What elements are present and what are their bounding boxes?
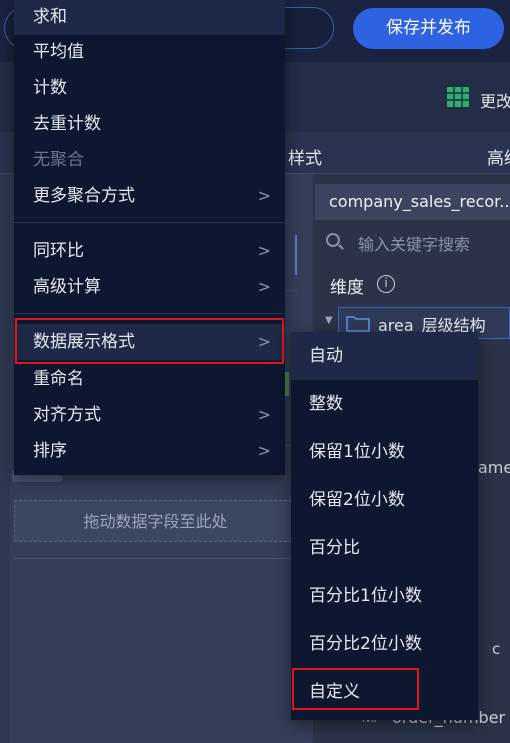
table-icon[interactable]	[447, 87, 469, 107]
menu-item-rename[interactable]: 重命名	[14, 361, 285, 397]
field-drop-zone[interactable]: 拖动数据字段至此处	[14, 500, 297, 542]
menu-item-distinct-count[interactable]: 去重计数	[14, 106, 285, 142]
format-option-auto[interactable]: 自动	[291, 332, 478, 380]
menu-item-label: 高级计算	[33, 277, 101, 297]
menu-item-label: 同环比	[33, 241, 84, 261]
format-option-percent-1-decimal[interactable]: 百分比1位小数	[291, 572, 478, 620]
format-option-percent[interactable]: 百分比	[291, 524, 478, 572]
menu-item-sort[interactable]: 排序 >	[14, 433, 285, 469]
menu-item-label: 排序	[33, 441, 67, 461]
dataset-selector[interactable]: company_sales_recor...	[315, 184, 510, 220]
folder-icon	[346, 316, 370, 332]
menu-item-label: 平均值	[33, 42, 84, 62]
menu-item-advanced-calc[interactable]: 高级计算 >	[14, 269, 285, 305]
menu-item-more-aggregation[interactable]: 更多聚合方式 >	[14, 178, 285, 214]
field-item-partial: ame	[478, 458, 510, 477]
chevron-right-icon: >	[257, 186, 271, 205]
menu-item-label: 计数	[33, 78, 67, 98]
menu-item-label: 重命名	[33, 369, 84, 389]
field-slot-edge	[291, 235, 297, 275]
format-option-integer[interactable]: 整数	[291, 380, 478, 428]
menu-item-no-aggregation: 无聚合	[14, 142, 285, 178]
tab-style[interactable]: 样式	[288, 144, 322, 169]
save-and-publish-button[interactable]: 保存并发布	[353, 8, 504, 49]
menu-item-period-compare[interactable]: 同环比 >	[14, 233, 285, 269]
change-chart-button[interactable]: 更改	[480, 88, 510, 112]
highlight-box-display-format	[15, 318, 284, 364]
field-item-partial: c	[492, 640, 501, 658]
menu-item-label: 去重计数	[33, 114, 101, 134]
format-option-2-decimal[interactable]: 保留2位小数	[291, 476, 478, 524]
menu-item-label: 无聚合	[33, 150, 84, 170]
caret-down-icon[interactable]: ▼	[325, 315, 333, 326]
menu-divider	[14, 222, 285, 223]
menu-item-label: 对齐方式	[33, 405, 101, 425]
menu-item-count[interactable]: 计数	[14, 70, 285, 106]
field-search-input[interactable]: 输入关键字搜索	[358, 231, 470, 255]
format-option-percent-2-decimal[interactable]: 百分比2位小数	[291, 620, 478, 668]
highlight-box-custom	[292, 668, 419, 710]
dimension-heading: 维度	[330, 278, 364, 298]
format-option-1-decimal[interactable]: 保留1位小数	[291, 428, 478, 476]
divider	[14, 558, 297, 559]
menu-item-sum[interactable]: 求和	[14, 0, 285, 35]
menu-item-label: 更多聚合方式	[33, 186, 135, 206]
chevron-right-icon: >	[257, 277, 271, 296]
chevron-right-icon: >	[257, 241, 271, 260]
menu-item-average[interactable]: 平均值	[14, 34, 285, 70]
chevron-right-icon: >	[257, 405, 271, 424]
tab-advanced[interactable]: 高级	[487, 144, 510, 169]
menu-divider	[14, 313, 285, 314]
info-icon[interactable]: i	[377, 275, 395, 293]
menu-item-alignment[interactable]: 对齐方式 >	[14, 397, 285, 433]
search-icon	[326, 233, 340, 247]
menu-item-label: 求和	[33, 7, 67, 27]
chevron-right-icon: >	[257, 441, 271, 460]
